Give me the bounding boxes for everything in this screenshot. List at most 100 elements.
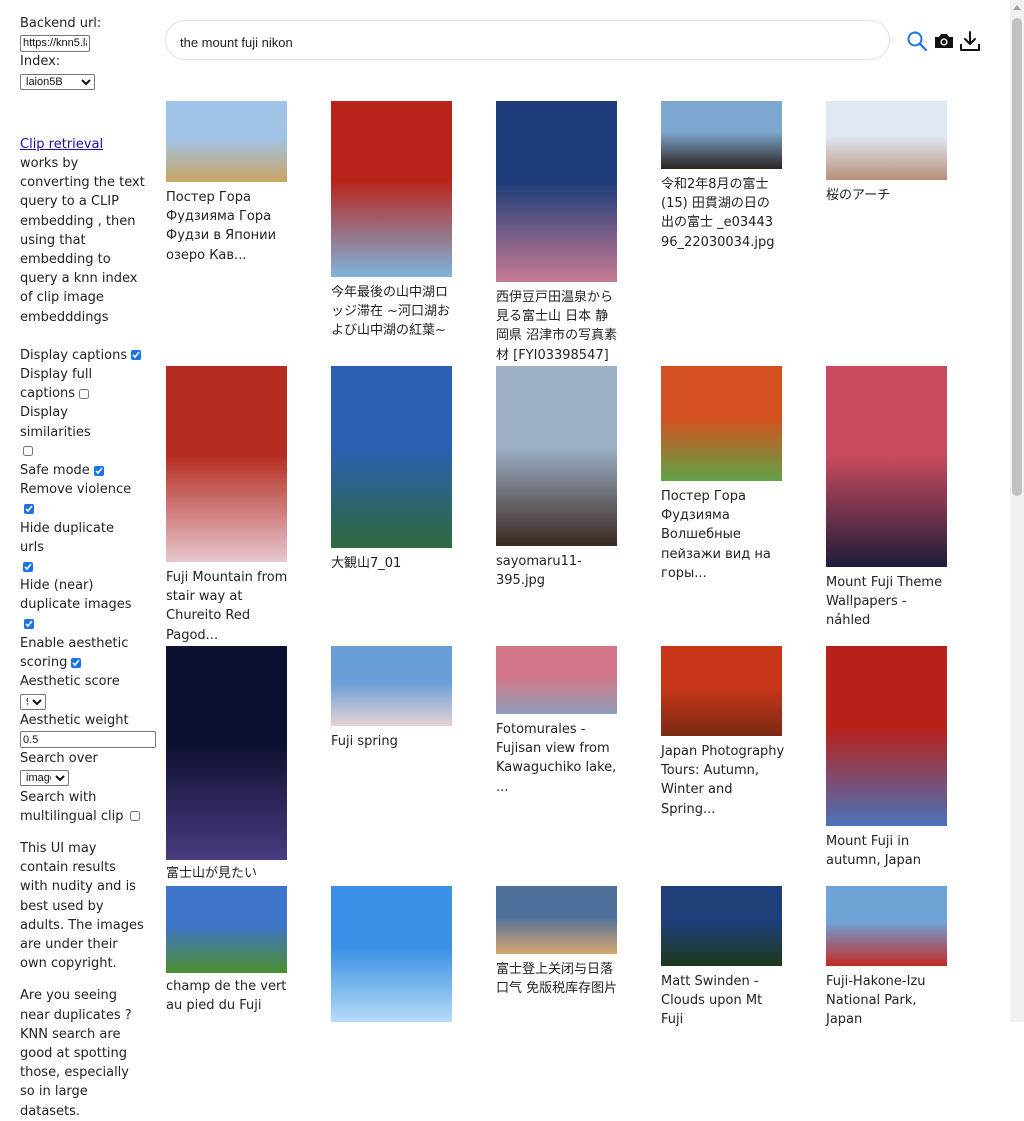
safe-mode-checkbox[interactable] [93, 465, 104, 476]
aesthetic-weight-input[interactable] [20, 731, 156, 749]
result-image[interactable] [661, 646, 782, 736]
result-image[interactable] [661, 886, 782, 966]
display-similarities-label: Display similarities [20, 405, 91, 440]
search-input[interactable] [178, 31, 872, 53]
result-caption: 今年最後の山中湖ロッジ滞在 ~河口湖および山中湖の紅葉~ [331, 285, 451, 339]
page-scrollbar[interactable] [1010, 0, 1024, 1022]
result-item[interactable]: 今年最後の山中湖ロッジ滞在 ~河口湖および山中湖の紅葉~ [331, 101, 456, 341]
multilingual-option: Search with multilingual clip [20, 788, 145, 826]
result-item[interactable]: Mount Fuji in autumn, Japan [826, 646, 951, 870]
result-caption: 桜のアーチ [826, 188, 891, 203]
camera-icon[interactable] [933, 30, 955, 52]
nudity-notice: This UI may contain results with nudity … [20, 840, 144, 972]
result-image[interactable] [826, 646, 947, 826]
index-label: Index: [20, 54, 61, 70]
result-image[interactable] [331, 101, 452, 277]
search-icon[interactable] [906, 30, 928, 52]
result-item[interactable]: Japan Photography Tours: Autumn, Winter … [661, 646, 786, 819]
result-caption: Fuji Mountain from stair way at Chureito… [166, 570, 288, 643]
download-icon[interactable] [959, 30, 981, 52]
result-image[interactable] [496, 366, 617, 546]
duplicates-notice: Are you seeing near duplicates ? KNN sea… [20, 988, 132, 1119]
result-caption: 大観山7_01 [331, 556, 402, 571]
hide-near-duplicate-label: Hide (near) duplicate images [20, 578, 132, 613]
scroll-up-arrow-icon[interactable] [1013, 5, 1021, 10]
search-bar [165, 20, 890, 60]
safe-mode-label: Safe mode [20, 463, 90, 479]
hide-near-duplicate-checkbox[interactable] [24, 619, 34, 630]
multilingual-checkbox[interactable] [129, 811, 140, 822]
result-caption: 富士登上关闭与日落口气 免版税库存图片 [496, 962, 618, 997]
search-over-label: Search over [20, 751, 98, 767]
result-image[interactable] [496, 101, 617, 282]
result-image[interactable] [331, 366, 452, 548]
enable-aesthetic-option: Enable aesthetic scoring [20, 634, 145, 672]
result-item[interactable]: Matt Swinden - Clouds upon Mt Fuji [661, 886, 786, 1030]
search-over-select[interactable]: image [20, 770, 69, 787]
backend-url-label: Backend url: [20, 16, 102, 31]
remove-violence-option: Remove violence [20, 480, 145, 518]
result-caption: Fuji-Hakone-Izu National Park, Japan [826, 974, 926, 1028]
backend-url-input[interactable] [20, 34, 90, 52]
result-image[interactable] [166, 101, 287, 182]
result-image[interactable] [826, 366, 947, 567]
result-caption: Fotomurales - Fujisan view from Kawaguch… [496, 722, 617, 795]
display-similarities-checkbox[interactable] [23, 446, 33, 457]
hide-duplicate-urls-checkbox[interactable] [23, 561, 33, 572]
display-similarities-option: Display similarities [20, 403, 142, 461]
result-caption: Mount Fuji in autumn, Japan [826, 834, 921, 869]
result-item[interactable]: Mount Fuji Theme Wallpapers - náhled [826, 366, 951, 631]
result-image[interactable] [331, 886, 452, 1022]
index-select[interactable]: laion5B [20, 73, 95, 90]
result-image[interactable] [331, 646, 452, 726]
result-image[interactable] [826, 101, 947, 180]
sidebar: Backend url: Index: laion5B Clip retriev… [20, 14, 160, 1121]
result-image[interactable] [496, 646, 617, 714]
result-item[interactable]: sayomaru11-395.jpg [496, 366, 621, 590]
enable-aesthetic-checkbox[interactable] [71, 657, 82, 668]
display-captions-checkbox[interactable] [131, 350, 142, 361]
display-captions-label: Display captions [20, 347, 128, 363]
result-item[interactable]: 富士登上关闭与日落口气 免版税库存图片 [496, 886, 621, 998]
safe-mode-option: Safe mode [20, 461, 145, 480]
remove-violence-checkbox[interactable] [24, 503, 34, 514]
hide-duplicate-urls-option: Hide duplicate urls [20, 519, 142, 577]
result-image[interactable] [661, 366, 782, 481]
scrollbar-thumb[interactable] [1012, 18, 1022, 496]
clip-description-text: works by converting the text query to a … [20, 156, 145, 325]
result-item[interactable]: Fuji Mountain from stair way at Chureito… [166, 366, 291, 645]
result-image[interactable] [166, 366, 287, 562]
result-image[interactable] [166, 646, 287, 860]
result-image[interactable] [661, 101, 782, 169]
result-caption: champ de the vert au pied du Fuji [166, 979, 287, 1014]
multilingual-label: Search with multilingual clip [20, 789, 124, 824]
result-item[interactable]: Fuji spring [331, 646, 456, 751]
result-item[interactable] [331, 886, 456, 1028]
result-caption: 富士山が見たい [166, 866, 258, 881]
result-item[interactable]: Постер Гора Фудзияма Волшебные пейзажи в… [661, 366, 786, 583]
result-caption: Постер Гора Фудзияма Гора Фудзи в Японии… [166, 190, 277, 263]
aesthetic-score-select[interactable]: 9 [20, 693, 46, 710]
result-item[interactable]: 西伊豆戸田温泉から見る富士山 日本 静岡県 沼津市の写真素材 [FYI03398… [496, 101, 621, 365]
result-item[interactable]: Постер Гора Фудзияма Гора Фудзи в Японии… [166, 101, 291, 265]
result-item[interactable]: champ de the vert au pied du Fuji [166, 886, 291, 1015]
result-caption: 令和2年8月の富士(15) 田貫湖の日の出の富士 _e0344396_22030… [661, 177, 775, 250]
aesthetic-weight-label: Aesthetic weight [20, 712, 129, 728]
result-item[interactable]: 大観山7_01 [331, 366, 456, 573]
result-item[interactable]: 富士山が見たい [166, 646, 291, 883]
hide-duplicate-urls-label: Hide duplicate urls [20, 520, 114, 555]
result-item[interactable]: 桜のアーチ [826, 101, 951, 205]
result-item[interactable]: 令和2年8月の富士(15) 田貫湖の日の出の富士 _e0344396_22030… [661, 101, 831, 252]
clip-retrieval-link[interactable]: Clip retrieval [20, 137, 103, 152]
result-image[interactable] [496, 886, 617, 954]
display-captions-option: Display captions [20, 346, 145, 365]
result-caption: Mount Fuji Theme Wallpapers - náhled [826, 575, 943, 629]
display-full-captions-checkbox[interactable] [79, 388, 90, 399]
result-item[interactable]: Fotomurales - Fujisan view from Kawaguch… [496, 646, 621, 797]
result-image[interactable] [166, 886, 287, 973]
result-image[interactable] [826, 886, 947, 966]
hide-near-duplicate-option: Hide (near) duplicate images [20, 576, 145, 634]
result-item[interactable]: Fuji-Hakone-Izu National Park, Japan [826, 886, 951, 1030]
result-caption: Matt Swinden - Clouds upon Mt Fuji [661, 974, 763, 1028]
result-caption: Japan Photography Tours: Autumn, Winter … [661, 744, 785, 817]
